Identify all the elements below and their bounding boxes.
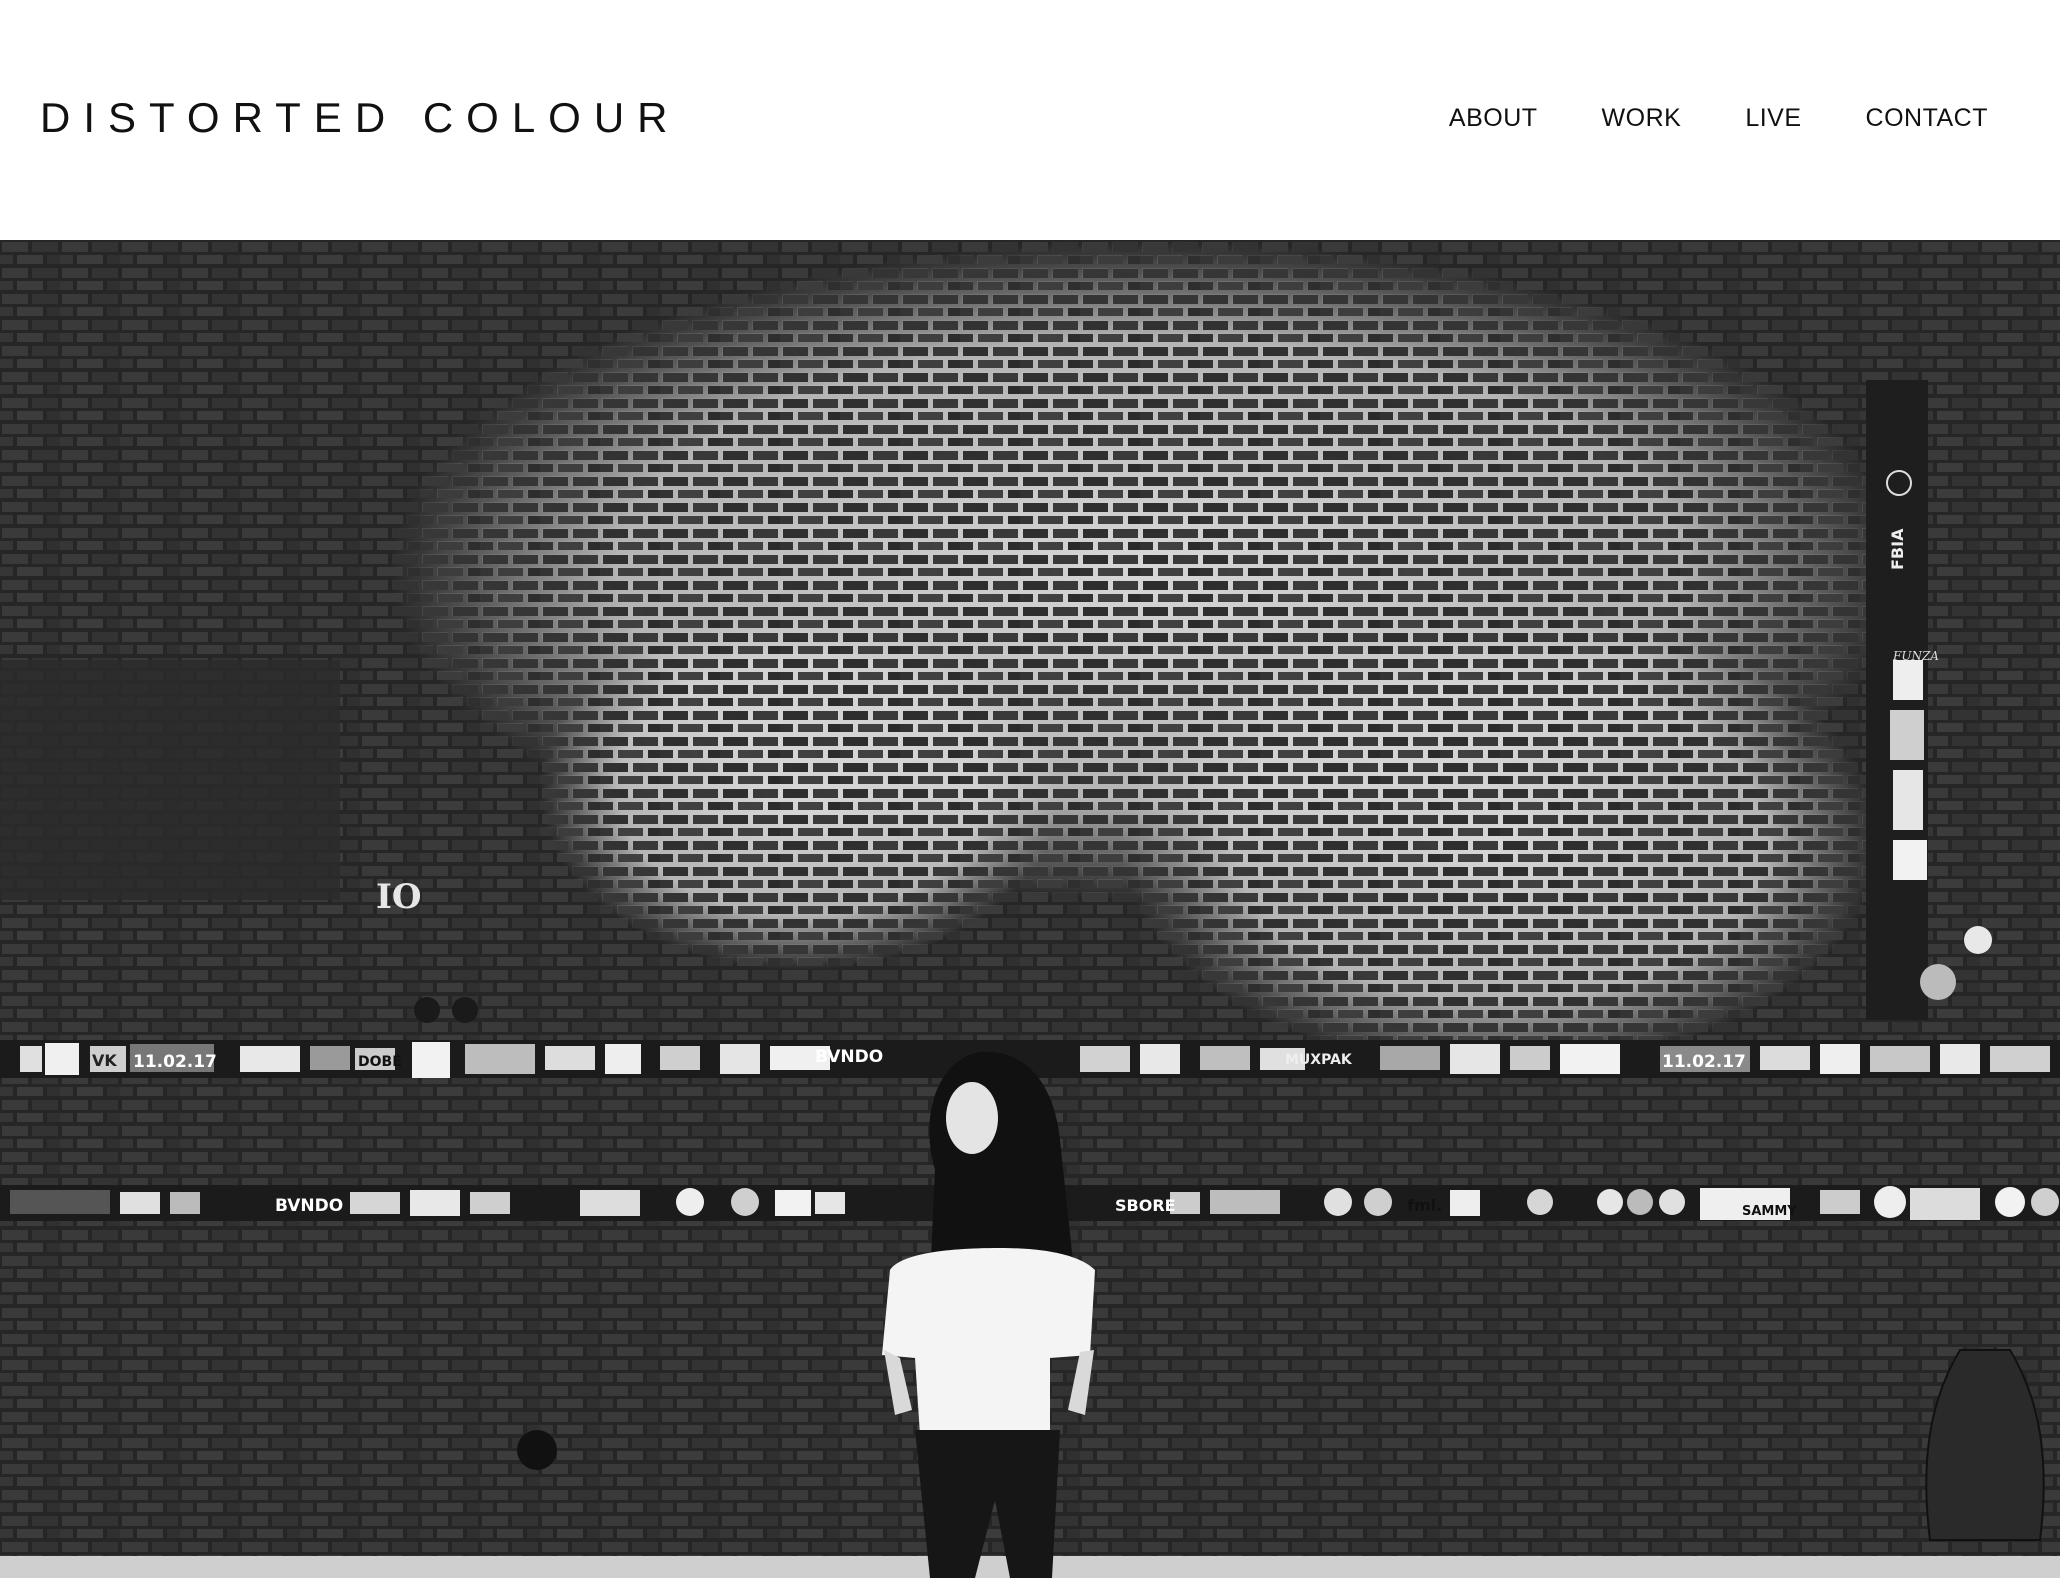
sticker-fml: fml. [1407, 1196, 1442, 1215]
sticker-sbore: SBORE [1115, 1196, 1176, 1215]
main-nav: ABOUT WORK LIVE CONTACT [1449, 104, 1988, 133]
wall-bolt [452, 997, 478, 1023]
sticker-date-right: 11.02.17 [1662, 1052, 1746, 1072]
site-header: DISTORTED COLOUR ABOUT WORK LIVE CONTACT [0, 0, 2060, 240]
wall-bolt [414, 997, 440, 1023]
nav-link-contact[interactable]: CONTACT [1866, 104, 1988, 133]
sticker-date-left: 11.02.17 [133, 1052, 217, 1072]
wall-pipe [517, 1430, 557, 1470]
sticker-dobe: DOBE [358, 1054, 402, 1070]
site-logo[interactable]: DISTORTED COLOUR [40, 94, 681, 142]
sticker-fbia: FBIA [1888, 528, 1907, 570]
sticker-vk: VK [92, 1051, 117, 1070]
nav-link-work[interactable]: WORK [1602, 104, 1682, 133]
sticker-bvndo-top: BVNDO [815, 1047, 883, 1067]
nav-link-live[interactable]: LIVE [1745, 104, 1801, 133]
sticker-bvndo-bottom: BVNDO [275, 1196, 343, 1216]
sticker-funza: FUNZA [1892, 649, 1939, 663]
sticker-sammy: SAMMY [1742, 1204, 1797, 1219]
brick-wall-photo: IO 11.02.17 VK DOBE BVNDO MUXPAK 11.02.1… [0, 240, 2060, 1578]
sticker-muxpak: MUXPAK [1285, 1052, 1353, 1068]
hero-photo: IO 11.02.17 VK DOBE BVNDO MUXPAK 11.02.1… [0, 240, 2060, 1578]
nav-link-about[interactable]: ABOUT [1449, 104, 1538, 133]
wall-graffiti-io: IO [376, 877, 422, 917]
